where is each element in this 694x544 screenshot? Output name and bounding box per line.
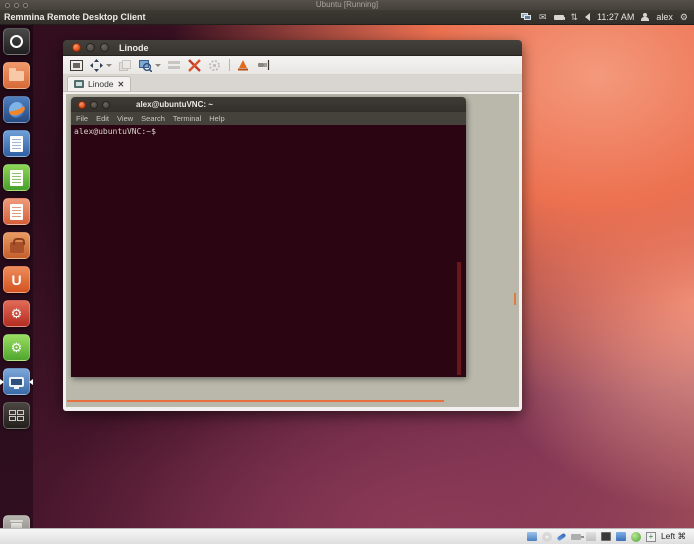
libreoffice-writer-icon[interactable] xyxy=(3,130,30,157)
menu-file[interactable]: File xyxy=(76,114,88,123)
display-icon[interactable] xyxy=(601,532,611,541)
host-window-title: Ubuntu [Running] xyxy=(0,0,694,10)
remmina-titlebar[interactable]: Linode xyxy=(63,40,522,56)
wallpaper-artifact-orange-horizontal xyxy=(67,400,444,402)
virtualbox-status-bar: + Left ⌘ xyxy=(0,528,694,544)
menu-search[interactable]: Search xyxy=(141,114,165,123)
system-settings-icon[interactable]: ⚙ xyxy=(3,300,30,327)
menu-edit[interactable]: Edit xyxy=(96,114,109,123)
remote-desktop-view[interactable]: alex@ubuntuVNC: ~ File Edit View Search … xyxy=(66,94,519,407)
ubuntu-one-icon[interactable]: U xyxy=(3,266,30,293)
hard-disks-icon[interactable] xyxy=(527,532,537,541)
menu-help[interactable]: Help xyxy=(209,114,224,123)
keyboard-grab-icon[interactable] xyxy=(167,59,181,72)
user-icon[interactable] xyxy=(641,13,649,22)
libreoffice-impress-icon[interactable] xyxy=(3,198,30,225)
close-button[interactable] xyxy=(72,43,81,52)
remmina-window-body: alex@ubuntuVNC: ~ File Edit View Search … xyxy=(63,92,522,411)
username[interactable]: alex xyxy=(656,12,673,22)
terminal-content[interactable]: alex@ubuntuVNC:~$ xyxy=(71,125,466,377)
remmina-launcher-icon[interactable] xyxy=(3,368,30,395)
remote-screens-indicator-icon[interactable] xyxy=(521,13,532,21)
host-key-label: Left ⌘ xyxy=(661,531,686,542)
optical-drives-icon[interactable] xyxy=(542,532,552,542)
wallpaper-artifact-orange-vertical xyxy=(514,293,516,305)
fit-window-icon[interactable] xyxy=(89,59,103,72)
host-window-titlebar: Ubuntu [Running] xyxy=(0,0,694,10)
libreoffice-calc-icon[interactable] xyxy=(3,164,30,191)
dash-home-icon[interactable] xyxy=(3,28,30,55)
usb-icon[interactable] xyxy=(571,534,581,540)
system-tool-icon[interactable]: ⚙ xyxy=(3,334,30,361)
active-app-title: Remmina Remote Desktop Client xyxy=(4,12,146,22)
tab-linode[interactable]: Linode ✕ xyxy=(67,76,131,91)
remote-terminal-window: alex@ubuntuVNC: ~ File Edit View Search … xyxy=(71,97,466,377)
network-icon[interactable] xyxy=(631,532,641,542)
preferences-gear-icon[interactable] xyxy=(207,59,221,72)
connection-tab-icon xyxy=(74,80,84,88)
battery-indicator-icon[interactable] xyxy=(554,15,564,20)
maximize-button[interactable] xyxy=(100,43,109,52)
menu-view[interactable]: View xyxy=(117,114,133,123)
firefox-icon[interactable] xyxy=(3,96,30,123)
terminal-window-title: alex@ubuntuVNC: ~ xyxy=(136,100,213,109)
volume-indicator-icon[interactable] xyxy=(585,13,590,21)
tab-close-icon[interactable]: ✕ xyxy=(118,80,125,89)
system-tray: ✉ ⇅ 11:27 AM alex ⚙ xyxy=(521,10,688,25)
audio-icon[interactable] xyxy=(557,532,567,540)
menu-terminal[interactable]: Terminal xyxy=(173,114,201,123)
ubuntu-top-panel: Remmina Remote Desktop Client ✉ ⇅ 11:27 … xyxy=(0,10,694,25)
fullscreen-icon[interactable] xyxy=(69,59,83,72)
message-indicator-icon[interactable]: ✉ xyxy=(539,10,547,25)
desktop-wallpaper: U ⚙ ⚙ Linode xyxy=(0,25,694,528)
zoom-dropdown-icon[interactable] xyxy=(155,64,161,67)
remmina-window-title: Linode xyxy=(119,43,149,53)
terminal-menubar: File Edit View Search Terminal Help xyxy=(71,112,466,125)
clock[interactable]: 11:27 AM xyxy=(597,12,634,22)
unity-launcher: U ⚙ ⚙ xyxy=(0,25,33,528)
home-folder-icon[interactable] xyxy=(3,62,30,89)
disconnect-icon[interactable] xyxy=(256,59,270,72)
scaled-mode-icon[interactable] xyxy=(118,59,132,72)
tools-icon[interactable] xyxy=(187,59,201,72)
shell-prompt: alex@ubuntuVNC:~$ xyxy=(74,127,156,136)
software-center-icon[interactable] xyxy=(3,232,30,259)
remmina-window: Linode xyxy=(63,40,522,411)
minimize-remote-icon[interactable] xyxy=(236,59,250,72)
zoom-icon[interactable] xyxy=(138,59,152,72)
sync-indicator-icon[interactable]: ⇅ xyxy=(571,10,579,25)
remmina-tab-bar: Linode ✕ xyxy=(63,75,522,92)
focused-indicator-arrow xyxy=(29,379,33,385)
minimize-button[interactable] xyxy=(86,43,95,52)
wallpaper-artifact-red xyxy=(457,262,461,375)
fit-window-dropdown-icon[interactable] xyxy=(106,64,112,67)
recording-icon[interactable] xyxy=(616,532,626,541)
features-icon[interactable]: + xyxy=(646,532,656,542)
terminal-maximize-button[interactable] xyxy=(102,101,110,109)
workspace-switcher-icon[interactable] xyxy=(3,402,30,429)
remmina-toolbar xyxy=(63,56,522,75)
session-gear-icon[interactable]: ⚙ xyxy=(680,10,688,25)
toolbar-separator xyxy=(229,59,230,71)
terminal-titlebar[interactable]: alex@ubuntuVNC: ~ xyxy=(71,97,466,112)
shared-folders-icon[interactable] xyxy=(586,532,596,541)
tab-label: Linode xyxy=(88,79,114,89)
terminal-close-button[interactable] xyxy=(78,101,86,109)
terminal-minimize-button[interactable] xyxy=(90,101,98,109)
